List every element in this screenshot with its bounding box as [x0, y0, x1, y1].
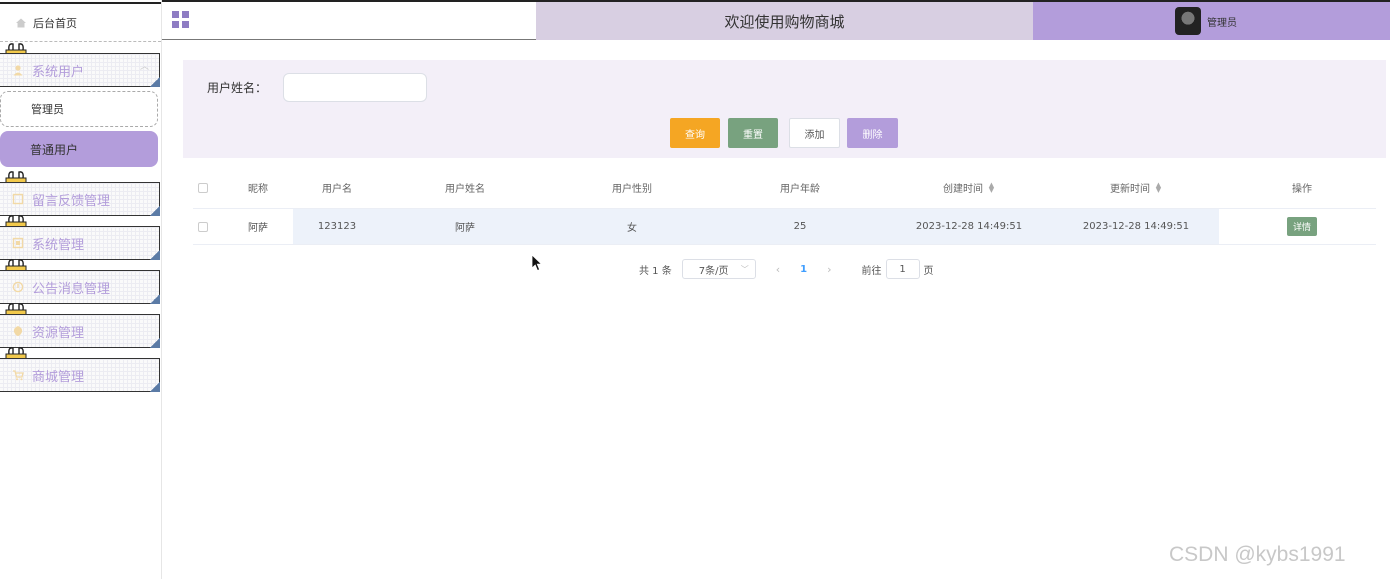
- home-icon: [16, 18, 26, 27]
- header-cell: 用户姓名: [445, 184, 485, 195]
- row-cell: 女: [549, 209, 715, 244]
- header-cell: 昵称: [248, 184, 268, 195]
- select-all-checkbox[interactable]: [198, 182, 208, 193]
- sidebar-menu-system[interactable]: 系统管理: [0, 226, 160, 260]
- info-icon: [12, 281, 24, 293]
- header-cell: 操作: [1292, 184, 1312, 195]
- page-fold-decoration: [150, 338, 160, 348]
- row-cell: 123123: [293, 209, 381, 244]
- sort-icon[interactable]: ▲ ▼: [988, 181, 995, 193]
- page-size-value: 7条/页: [698, 265, 729, 277]
- sort-icon[interactable]: ▲ ▼: [1155, 181, 1162, 193]
- page-suffix: 页: [923, 265, 934, 277]
- pagination: 共 1 条 7条/页 ﹀ ‹ 1 › 前往 1 页: [639, 259, 934, 279]
- delete-button[interactable]: 删除: [847, 118, 898, 148]
- page-fold-decoration: [150, 382, 160, 392]
- grid-menu-icon[interactable]: [172, 11, 189, 28]
- sidebar-submenu-normal-users[interactable]: 普通用户: [0, 131, 158, 167]
- sidebar-menu-shop[interactable]: 商城管理: [0, 358, 160, 392]
- sidebar: 后台首页 系统用户 ︿ 管理员 普通用户 留言反馈管理 系统管理 公告消息管理 …: [0, 0, 162, 579]
- sidebar-menu-label: 公告消息管理: [32, 281, 111, 297]
- avatar[interactable]: [1175, 7, 1201, 35]
- chevron-up-icon: ︿: [139, 62, 149, 72]
- sidebar-menu-feedback[interactable]: 留言反馈管理: [0, 182, 160, 216]
- page-fold-decoration: [150, 250, 160, 260]
- goto-page-input[interactable]: 1: [885, 259, 920, 279]
- detail-button[interactable]: 详情: [1286, 217, 1317, 236]
- sidebar-menu-label: 资源管理: [32, 325, 85, 341]
- page-number-current[interactable]: 1: [800, 264, 807, 275]
- table-header: 昵称 用户名 用户姓名 用户性别 用户年龄 创建时间 ▲ ▼ 更新时间 ▲ ▼ 操作: [193, 167, 1376, 209]
- search-input[interactable]: [283, 73, 427, 102]
- reset-button[interactable]: 重置: [728, 118, 778, 148]
- header-label: 创建时间: [943, 184, 983, 195]
- note-icon: [12, 193, 24, 205]
- pagination-total: 共 1 条: [639, 265, 672, 277]
- page-fold-decoration: [150, 77, 160, 87]
- page-title: 欢迎使用购物商城: [536, 2, 1033, 40]
- query-button[interactable]: 查询: [670, 118, 720, 148]
- header-cell: [193, 167, 213, 208]
- search-panel: 用户姓名： 查询 重置 添加 删除: [183, 60, 1386, 158]
- row-cell: 阿萨: [248, 223, 268, 234]
- settings-icon: [12, 237, 24, 249]
- resource-icon: [13, 326, 23, 336]
- page-fold-decoration: [150, 294, 160, 304]
- users-table: 昵称 用户名 用户姓名 用户性别 用户年龄 创建时间 ▲ ▼ 更新时间 ▲ ▼ 操作…: [193, 167, 1376, 245]
- sidebar-menu-label: 商城管理: [32, 369, 85, 385]
- row-cell: 阿萨: [381, 209, 549, 244]
- mouse-cursor-icon: [531, 254, 543, 272]
- header-cell: 用户年龄: [780, 184, 820, 195]
- header-cell: 用户性别: [612, 184, 652, 195]
- goto-label: 前往: [861, 265, 882, 277]
- add-button[interactable]: 添加: [789, 118, 840, 148]
- sidebar-menu-announcements[interactable]: 公告消息管理: [0, 270, 160, 304]
- page-size-select[interactable]: 7条/页 ﹀: [681, 259, 756, 279]
- row-cell: [193, 209, 213, 244]
- sidebar-menu-resources[interactable]: 资源管理: [0, 314, 160, 348]
- top-bar: 欢迎使用购物商城 管理员: [162, 0, 1390, 40]
- sidebar-submenu-label: 普通用户: [30, 142, 79, 157]
- row-cell: 详情: [1219, 209, 1385, 244]
- sidebar-menu-system-users[interactable]: 系统用户 ︿: [0, 53, 160, 87]
- table-row[interactable]: 阿萨 123123 阿萨 女 25 2023-12-28 14:49:51 20…: [193, 209, 1376, 245]
- goto-page-value: 1: [899, 263, 906, 275]
- cart-icon: [13, 370, 24, 381]
- next-page-icon[interactable]: ›: [827, 263, 831, 276]
- row-checkbox[interactable]: [198, 221, 208, 232]
- sidebar-menu-label: 系统用户: [32, 64, 85, 80]
- user-icon: [13, 65, 23, 76]
- sidebar-submenu-admin[interactable]: 管理员: [0, 91, 158, 127]
- sidebar-menu-label: 系统管理: [32, 237, 85, 253]
- header-cell: 用户名: [322, 184, 352, 195]
- sidebar-submenu-label: 管理员: [31, 103, 64, 116]
- sidebar-menu-label: 留言反馈管理: [32, 193, 111, 209]
- app-window: 后台首页 系统用户 ︿ 管理员 普通用户 留言反馈管理 系统管理 公告消息管理 …: [0, 0, 1390, 579]
- chevron-down-icon: ﹀: [740, 264, 749, 274]
- sidebar-home-link[interactable]: 后台首页: [0, 2, 161, 42]
- header-label: 更新时间: [1110, 184, 1150, 195]
- page-title-text: 欢迎使用购物商城: [724, 12, 845, 31]
- row-cell: 2023-12-28 14:49:51: [1053, 209, 1219, 244]
- row-cell: 2023-12-28 14:49:51: [885, 209, 1053, 244]
- user-menu[interactable]: 管理员: [1033, 2, 1390, 40]
- page-fold-decoration: [150, 206, 160, 216]
- header-cell-created[interactable]: 创建时间 ▲ ▼: [885, 167, 1053, 208]
- search-label: 用户姓名：: [207, 81, 268, 95]
- header-cell-updated[interactable]: 更新时间 ▲ ▼: [1053, 167, 1219, 208]
- watermark: CSDN @kybs1991: [1169, 543, 1346, 566]
- prev-page-icon[interactable]: ‹: [776, 263, 780, 276]
- sidebar-home-label: 后台首页: [33, 16, 77, 30]
- row-cell: 25: [715, 209, 885, 244]
- user-name: 管理员: [1207, 17, 1237, 29]
